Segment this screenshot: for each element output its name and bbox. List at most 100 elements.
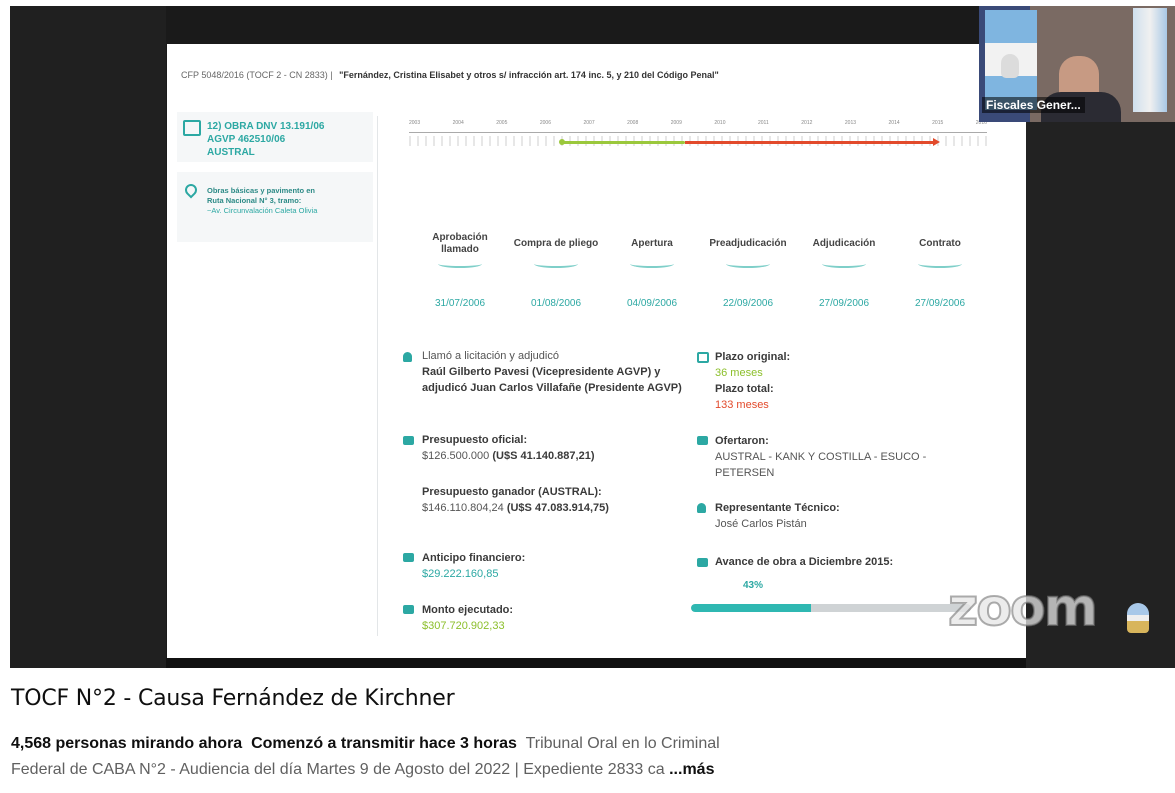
emblem-icon — [1001, 54, 1019, 78]
timeline-year: 2015 — [932, 120, 944, 126]
flag-icon — [1133, 8, 1167, 112]
obra-title: 12) OBRA DNV 13.191/06 AGVP 462510/06 AU… — [207, 120, 357, 159]
route-description: Obras básicas y pavimento en Ruta Nacion… — [207, 186, 357, 216]
milestone: Aprobación llamado 31/07/2006 — [412, 230, 508, 309]
progress-icon — [697, 558, 708, 567]
avance-block: Avance de obra a Diciembre 2015: — [715, 554, 985, 570]
timeline-year: 2003 — [409, 120, 421, 126]
milestone-label: Aprobación llamado — [432, 232, 488, 255]
timeline-delay-bar — [685, 141, 933, 144]
avance-progress-fill — [691, 604, 812, 612]
anticipo-label: Anticipo financiero: — [422, 552, 526, 564]
case-title: "Fernández, Cristina Elisabet y otros s/… — [339, 70, 719, 80]
more-button[interactable]: ...más — [669, 761, 714, 778]
presupuesto-ganador-ars: $146.110.804,24 — [422, 502, 504, 514]
route-line1: Obras básicas y pavimento en — [207, 186, 315, 195]
ofertaron-block: Ofertaron: AUSTRAL - KANK Y COSTILLA - E… — [715, 433, 985, 481]
milestone-wave-icon — [726, 260, 770, 268]
video-title: TOCF N°2 - Causa Fernández de Kirchner — [11, 686, 455, 711]
milestone-wave-icon — [918, 260, 962, 268]
representante-block: Representante Técnico: José Carlos Pistá… — [715, 500, 985, 532]
slide-divider — [377, 116, 378, 636]
timeline-years: 2003 2004 2005 2006 2007 2008 2009 2010 2011 2012… — [409, 120, 987, 130]
timeline-year: 2013 — [844, 120, 857, 126]
llamo-block: Llamó a licitación y adjudicó Raúl Gilbe… — [422, 348, 682, 396]
presupuesto-oficial-ars: $126.500.000 — [422, 450, 490, 462]
llamo-text: Raúl Gilberto Pavesi (Vicepresidente AGV… — [422, 366, 682, 394]
obra-line2: AGVP 462510/06 — [207, 134, 286, 145]
court-emblem-icon — [1127, 603, 1149, 633]
video-player[interactable]: CFP 5048/2016 (TOCF 2 - CN 2833) | "Fern… — [10, 6, 1175, 668]
timeline-year: 2007 — [583, 120, 595, 126]
description-line2: Federal de CABA N°2 - Audiencia del día … — [11, 761, 665, 778]
timeline-year: 2009 — [670, 120, 682, 126]
obra-line1: 12) OBRA DNV 13.191/06 — [207, 121, 325, 132]
webcam-thumbnail[interactable]: Fiscales Gener... — [979, 6, 1175, 122]
milestone-date: 27/09/2006 — [818, 298, 870, 309]
plazo-original-value: 36 meses — [715, 367, 763, 379]
presupuesto-oficial-block: Presupuesto oficial: $126.500.000 (U$S 4… — [422, 432, 682, 464]
milestone-label: Preadjudicación — [709, 238, 787, 249]
slide-sidebar: 12) OBRA DNV 13.191/06 AGVP 462510/06 AU… — [177, 112, 377, 612]
ofertaron-value: AUSTRAL - KANK Y COSTILLA - ESUCO - PETE… — [715, 451, 927, 479]
milestone-date: 01/08/2006 — [530, 298, 582, 309]
timeline-year: 2004 — [452, 120, 464, 126]
person-icon — [697, 503, 706, 513]
milestone-wave-icon — [822, 260, 866, 268]
milestone-date: 22/09/2006 — [722, 298, 774, 309]
plazo-total-value: 133 meses — [715, 399, 769, 411]
timeline-year: 2011 — [758, 120, 769, 126]
video-description[interactable]: 4,568 personas mirando ahora Comenzó a t… — [11, 731, 771, 783]
player-letterbox — [10, 6, 166, 668]
milestone: Preadjudicación 22/09/2006 — [700, 230, 796, 309]
anticipo-block: Anticipo financiero: $29.222.160,85 — [422, 550, 682, 582]
presupuesto-ganador-block: Presupuesto ganador (AUSTRAL): $146.110.… — [422, 484, 622, 516]
webcam-label: Fiscales Gener... — [982, 97, 1085, 113]
timeline-year: 2006 — [539, 120, 551, 126]
money-icon — [403, 553, 414, 562]
avance-label: Avance de obra a Diciembre 2015: — [715, 556, 894, 568]
timeline-year: 2005 — [496, 120, 508, 126]
timeline-year: 2008 — [627, 120, 639, 126]
avance-progress-bar — [691, 604, 971, 612]
monto-label: Monto ejecutado: — [422, 604, 514, 616]
viewer-count: 4,568 personas mirando ahora — [11, 735, 243, 752]
presupuesto-oficial-label: Presupuesto oficial: — [422, 434, 528, 446]
calendar-icon — [697, 352, 709, 363]
presupuesto-ganador-label: Presupuesto ganador (AUSTRAL): — [422, 486, 602, 498]
representante-value: José Carlos Pistán — [715, 518, 807, 530]
plazo-original-label: Plazo original: — [715, 351, 791, 363]
milestone-wave-icon — [438, 260, 482, 268]
milestone-label: Apertura — [631, 238, 673, 249]
milestone-date: 04/09/2006 — [626, 298, 678, 309]
timeline-arrow-icon — [933, 138, 940, 146]
plazo-block: Plazo original: 36 meses Plazo total: 13… — [715, 349, 975, 413]
slide-header: CFP 5048/2016 (TOCF 2 - CN 2833) | "Fern… — [181, 70, 719, 80]
representante-label: Representante Técnico: — [715, 502, 840, 514]
project-timeline: 2003 2004 2005 2006 2007 2008 2009 2010 2011 2012… — [409, 120, 987, 152]
money-icon — [403, 605, 414, 614]
description-line1: Tribunal Oral en lo Criminal — [525, 735, 720, 752]
zoom-watermark: zoom — [947, 577, 1099, 639]
milestone-label: Adjudicación — [812, 238, 876, 249]
money-icon — [183, 120, 201, 136]
milestone-label: Contrato — [919, 238, 961, 249]
obra-line3: AUSTRAL — [207, 147, 255, 158]
milestone-wave-icon — [630, 260, 674, 268]
milestone: Apertura 04/09/2006 — [604, 230, 700, 309]
timeline-year: 2012 — [801, 120, 813, 126]
document-icon — [697, 436, 708, 445]
milestone-date: 27/09/2006 — [914, 298, 966, 309]
milestone-label: Compra de pliego — [513, 238, 599, 249]
timeline-planned-bar — [561, 141, 685, 144]
plazo-total-label: Plazo total: — [715, 383, 774, 395]
milestone: Contrato 27/09/2006 — [892, 230, 988, 309]
stream-start: Comenzó a transmitir hace 3 horas — [251, 735, 517, 752]
milestones: Aprobación llamado 31/07/2006 Compra de pl… — [412, 230, 992, 330]
player-bottom-bar — [166, 658, 1026, 668]
anticipo-value: $29.222.160,85 — [422, 568, 499, 580]
milestone-wave-icon — [534, 260, 578, 268]
presupuesto-ganador-usd: (U$S 47.083.914,75) — [506, 502, 609, 514]
ofertaron-label: Ofertaron: — [715, 435, 769, 447]
money-icon — [403, 436, 414, 445]
